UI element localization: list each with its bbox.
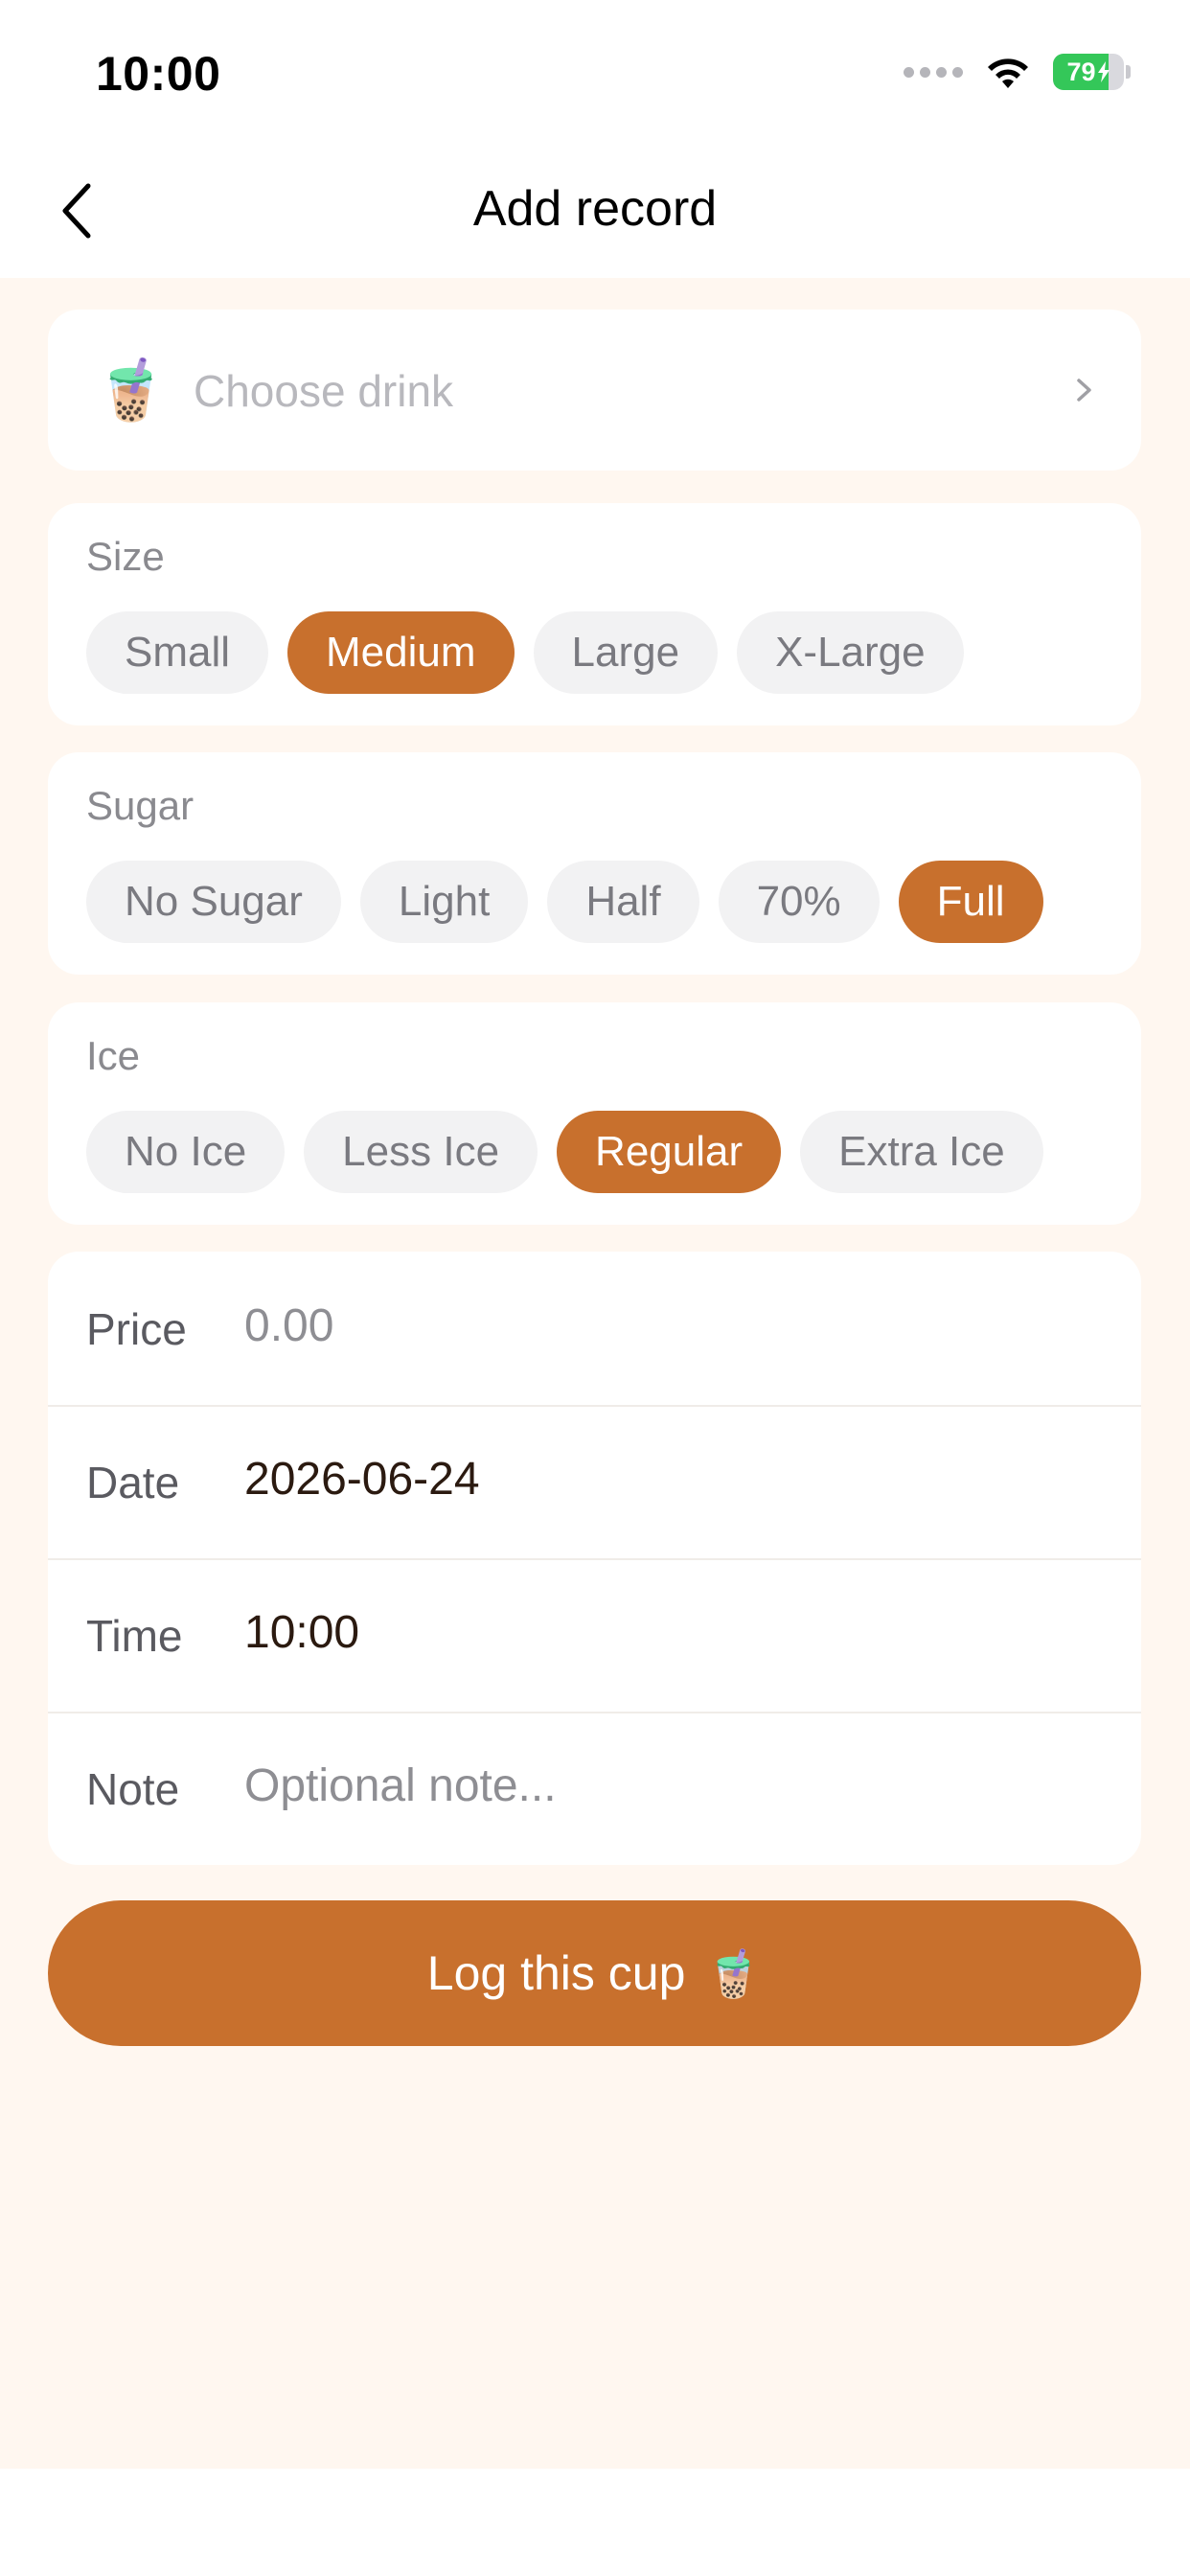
status-icons: 79 — [904, 54, 1131, 90]
battery-percent: 79 — [1053, 54, 1124, 90]
sugar-option-light[interactable]: Light — [359, 861, 529, 943]
log-cup-button[interactable]: Log this cup 🧋 — [48, 1900, 1141, 2046]
sugar-option-70[interactable]: 70% — [718, 861, 880, 943]
ice-section: Ice No Ice Less Ice Regular Extra Ice — [48, 1002, 1141, 1225]
price-row: Price — [48, 1252, 1141, 1407]
ice-label: Ice — [86, 1033, 141, 1078]
chevron-right-icon — [1077, 379, 1091, 402]
ice-option-less-ice[interactable]: Less Ice — [304, 1111, 538, 1193]
date-row[interactable]: Date 2026-06-24 — [48, 1405, 1141, 1560]
size-label: Size — [86, 534, 165, 579]
sugar-label: Sugar — [86, 783, 195, 828]
note-row: Note — [48, 1712, 1141, 1865]
size-option-medium[interactable]: Medium — [287, 611, 515, 694]
note-label: Note — [86, 1764, 180, 1814]
battery-cap — [1126, 65, 1131, 79]
bubble-tea-icon: 🧋 — [704, 1946, 763, 2001]
time-label: Time — [86, 1611, 183, 1661]
log-cup-label: Log this cup — [426, 1946, 686, 2000]
price-label: Price — [86, 1304, 187, 1354]
ice-option-regular[interactable]: Regular — [557, 1111, 782, 1193]
size-option-large[interactable]: Large — [533, 611, 719, 694]
ice-options: No Ice Less Ice Regular Extra Ice — [86, 1111, 1043, 1193]
battery-percent-text: 79 — [1066, 57, 1096, 86]
time-value[interactable]: 10:00 — [244, 1606, 1087, 1659]
bubble-tea-icon: 🧋 — [94, 355, 169, 425]
battery-indicator: 79 — [1053, 54, 1131, 90]
wifi-icon — [988, 58, 1028, 88]
content-area: 🧋 Choose drink Size Small Medium Large X… — [0, 278, 1190, 2469]
size-option-small[interactable]: Small — [86, 611, 269, 694]
charging-bolt-icon — [1097, 61, 1110, 82]
sugar-option-full[interactable]: Full — [898, 861, 1043, 943]
details-form: Price Date 2026-06-24 Time 10:00 Note — [48, 1252, 1141, 1865]
cellular-signal-icon — [904, 66, 963, 78]
sugar-option-no-sugar[interactable]: No Sugar — [86, 861, 341, 943]
choose-drink-row[interactable]: 🧋 Choose drink — [48, 310, 1141, 471]
date-value[interactable]: 2026-06-24 — [244, 1453, 1087, 1506]
ice-option-no-ice[interactable]: No Ice — [86, 1111, 286, 1193]
size-section: Size Small Medium Large X-Large — [48, 503, 1141, 725]
date-label: Date — [86, 1458, 180, 1507]
price-input[interactable] — [244, 1300, 1087, 1352]
choose-drink-placeholder: Choose drink — [194, 366, 454, 416]
status-bar: 10:00 79 — [0, 0, 1190, 144]
sugar-section: Sugar No Sugar Light Half 70% Full — [48, 752, 1141, 975]
note-input[interactable] — [244, 1760, 1087, 1812]
size-options: Small Medium Large X-Large — [86, 611, 964, 694]
sugar-options: No Sugar Light Half 70% Full — [86, 861, 1043, 943]
time-row[interactable]: Time 10:00 — [48, 1558, 1141, 1714]
battery-icon: 79 — [1053, 54, 1124, 90]
status-time: 10:00 — [96, 47, 221, 101]
size-option-x-large[interactable]: X-Large — [737, 611, 964, 694]
navigation-bar: Add record — [0, 144, 1190, 278]
sugar-option-half[interactable]: Half — [547, 861, 699, 943]
ice-option-extra-ice[interactable]: Extra Ice — [800, 1111, 1043, 1193]
page-title: Add record — [472, 181, 718, 237]
